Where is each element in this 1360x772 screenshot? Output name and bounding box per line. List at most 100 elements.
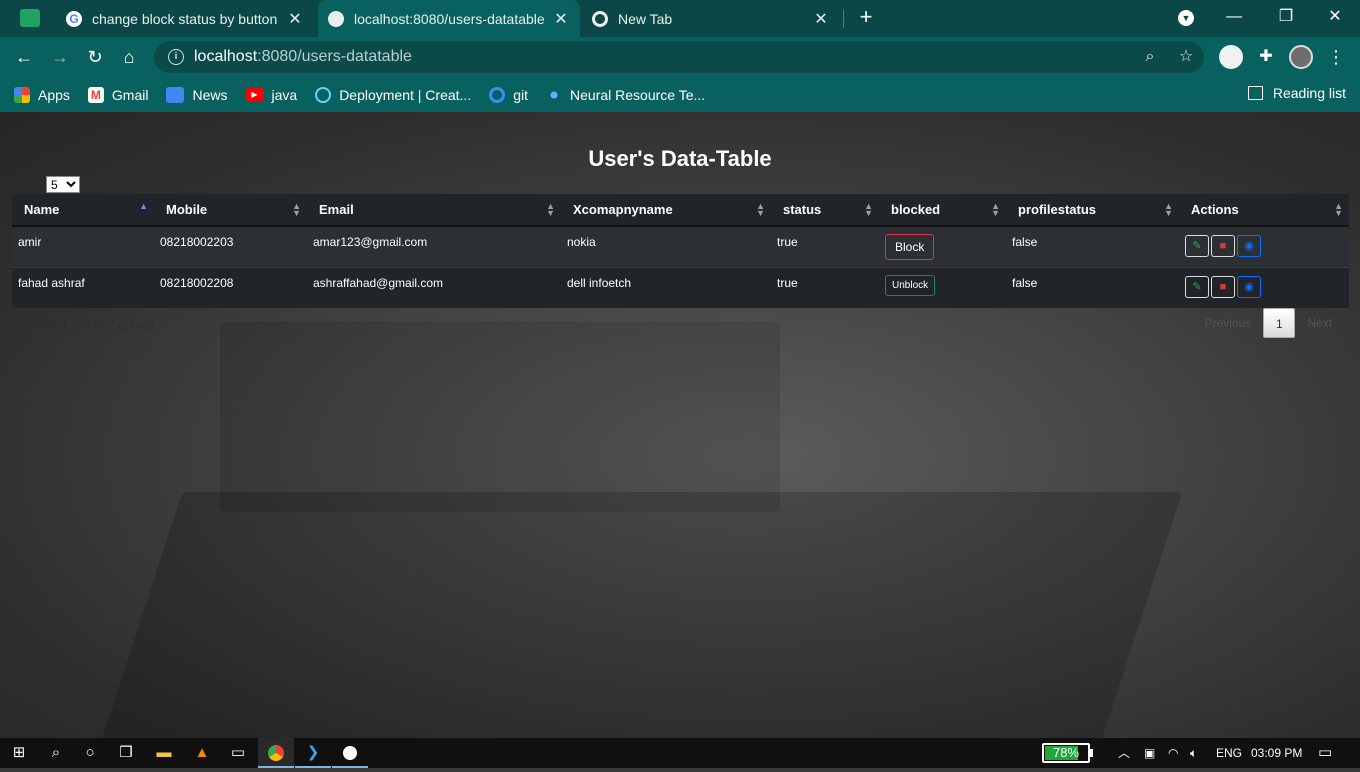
site-info-icon[interactable]: i xyxy=(168,49,184,65)
page-length-select[interactable]: 5 xyxy=(46,176,81,193)
minimize-icon[interactable]: — xyxy=(1211,4,1257,30)
youtube-icon: ▶ xyxy=(245,88,264,101)
reading-list-label: Reading list xyxy=(1272,85,1346,101)
close-tab-icon[interactable]: ✕ xyxy=(286,9,304,29)
column-header-blocked[interactable]: blocked ▲ ▼ xyxy=(879,194,1006,227)
node-app-icon[interactable] xyxy=(332,738,368,768)
column-header-mobile[interactable]: Mobile ▲ ▼ xyxy=(154,194,307,227)
column-label: status xyxy=(783,202,822,217)
tab-search-chevron-icon[interactable]: ▼ xyxy=(1163,4,1209,30)
unblock-button[interactable]: Unblock xyxy=(885,274,936,296)
cell-mobile: 08218002208 xyxy=(154,266,307,308)
address-bar[interactable]: i localhost:8080/users-datatable ⌕ ☆ xyxy=(154,41,1204,73)
bookmark-deployment[interactable]: Deployment | Creat... xyxy=(315,86,471,103)
cell-actions: ✎ ■ ◉ xyxy=(1179,266,1349,308)
bookmark-label: Apps xyxy=(38,86,70,103)
bookmark-news[interactable]: News xyxy=(166,86,228,103)
eye-icon[interactable]: ◉ xyxy=(1237,235,1261,257)
bookmark-label: News xyxy=(192,86,228,103)
battery-indicator[interactable]: 78% xyxy=(1042,743,1090,763)
edit-icon[interactable]: ✎ xyxy=(1185,275,1209,298)
tab-users-datatable[interactable]: localhost:8080/users-datatable ✕ xyxy=(318,0,580,37)
zoom-icon[interactable]: ⌕ xyxy=(1140,47,1160,67)
bookmark-star-icon[interactable]: ☆ xyxy=(1176,47,1196,67)
entries-label: entries xyxy=(84,177,121,192)
wifi-icon[interactable]: ◠ xyxy=(1168,738,1178,768)
file-explorer-icon[interactable]: ▬ xyxy=(146,738,182,768)
reload-icon[interactable]: ↻ xyxy=(81,43,109,71)
new-tab-plus-icon[interactable]: + xyxy=(844,4,888,30)
sort-icon: ▲ ▼ xyxy=(546,201,555,218)
bookmark-label: Gmail xyxy=(111,86,149,103)
block-button[interactable]: Block xyxy=(885,234,935,260)
notifications-icon[interactable]: ▭ xyxy=(1318,738,1332,768)
tab-title: New Tab xyxy=(618,10,673,27)
edit-icon[interactable]: ✎ xyxy=(1185,235,1209,257)
column-header-name[interactable]: Name ▲ xyxy=(12,194,154,227)
column-label: Xcomapnyname xyxy=(573,202,673,217)
reading-list-icon xyxy=(1247,86,1263,100)
language-indicator[interactable]: ENG xyxy=(1216,738,1242,768)
cortana-icon[interactable]: ○ xyxy=(72,738,108,768)
bookmark-gmail[interactable]: M Gmail xyxy=(87,86,149,103)
browser-toolbar: ← → ↻ ⌂ i localhost:8080/users-datatable… xyxy=(0,37,1360,77)
column-header-status[interactable]: status ▲ ▼ xyxy=(771,194,879,227)
neural-icon xyxy=(546,86,563,103)
column-label: profilestatus xyxy=(1018,202,1097,217)
terminal-icon[interactable]: ▭ xyxy=(220,738,256,768)
column-header-actions[interactable]: Actions ▲ ▼ xyxy=(1179,194,1349,227)
home-icon[interactable]: ⌂ xyxy=(115,43,143,71)
apps-grid-icon xyxy=(14,86,30,103)
previous-button[interactable]: Previous xyxy=(1193,316,1264,330)
bookmark-apps[interactable]: Apps xyxy=(14,86,70,103)
trash-icon[interactable]: ■ xyxy=(1211,235,1235,257)
google-icon: G xyxy=(66,10,82,27)
close-tab-icon[interactable]: ✕ xyxy=(552,9,570,29)
cell-company: nokia xyxy=(561,225,771,267)
menu-kebab-icon[interactable]: ⋮ xyxy=(1322,43,1350,71)
bookmark-neural-resource[interactable]: Neural Resource Te... xyxy=(546,86,705,103)
table-info: Showing 1 to 2 of 2 entries xyxy=(12,318,155,332)
cell-mobile: 08218002203 xyxy=(154,225,307,267)
page-1-button[interactable]: 1 xyxy=(1263,308,1296,338)
vlc-icon[interactable]: ▲ xyxy=(184,738,220,768)
tab-google-search[interactable]: G change block status by button in ✕ xyxy=(56,0,314,37)
windows-start-icon[interactable]: ⊞ xyxy=(0,738,38,768)
avatar[interactable] xyxy=(1287,43,1315,71)
back-arrow-icon[interactable]: ← xyxy=(10,43,38,71)
bookmark-java[interactable]: ▶ java xyxy=(245,87,297,103)
vscode-icon[interactable]: ❯ xyxy=(295,738,331,768)
next-button[interactable]: Next xyxy=(1295,316,1344,330)
task-view-icon[interactable]: ❒ xyxy=(108,738,144,768)
trash-icon[interactable]: ■ xyxy=(1211,275,1235,298)
forward-arrow-icon[interactable]: → xyxy=(46,43,74,71)
show-hidden-icons-chevron-icon[interactable]: ︿ xyxy=(1118,738,1130,768)
column-header-email[interactable]: Email ▲ ▼ xyxy=(307,194,561,227)
column-header-company[interactable]: Xcomapnyname ▲ ▼ xyxy=(561,194,771,227)
volume-icon[interactable]: 🔈︎ xyxy=(1190,738,1197,768)
restore-icon[interactable]: ❐ xyxy=(1263,4,1309,30)
chrome-taskbar-icon[interactable] xyxy=(258,738,294,768)
sort-asc-icon: ▲ xyxy=(139,201,148,211)
page-title: User's Data-Table xyxy=(588,146,772,171)
cell-name: fahad ashraf xyxy=(12,266,154,308)
extensions-puzzle-icon[interactable]: ✚ xyxy=(1252,43,1280,71)
url-path: :8080/users-datatable xyxy=(257,48,412,65)
profile-sync-icon[interactable] xyxy=(1217,43,1245,71)
search-icon[interactable]: ⌕ xyxy=(38,738,74,768)
pagination: Previous 1 Next xyxy=(1193,308,1344,338)
cell-email: ashraffahad@gmail.com xyxy=(307,266,561,308)
reading-list-button[interactable]: Reading list xyxy=(1247,85,1346,101)
meet-now-icon[interactable]: ▣ xyxy=(1144,738,1155,768)
clock[interactable]: 03:09 PM xyxy=(1251,738,1302,768)
sort-icon: ▲ ▼ xyxy=(756,201,765,218)
tab-new-tab[interactable]: New Tab ✕ xyxy=(582,0,840,37)
eye-icon[interactable]: ◉ xyxy=(1237,275,1261,298)
battery-tip xyxy=(1090,749,1093,757)
column-header-profilestatus[interactable]: profilestatus ▲ ▼ xyxy=(1006,194,1179,227)
sort-icon: ▲ ▼ xyxy=(292,201,301,218)
close-tab-icon[interactable]: ✕ xyxy=(812,9,830,29)
chat-app-icon[interactable] xyxy=(20,9,40,27)
close-window-icon[interactable]: ✕ xyxy=(1312,4,1358,30)
bookmark-git[interactable]: git xyxy=(489,86,528,103)
